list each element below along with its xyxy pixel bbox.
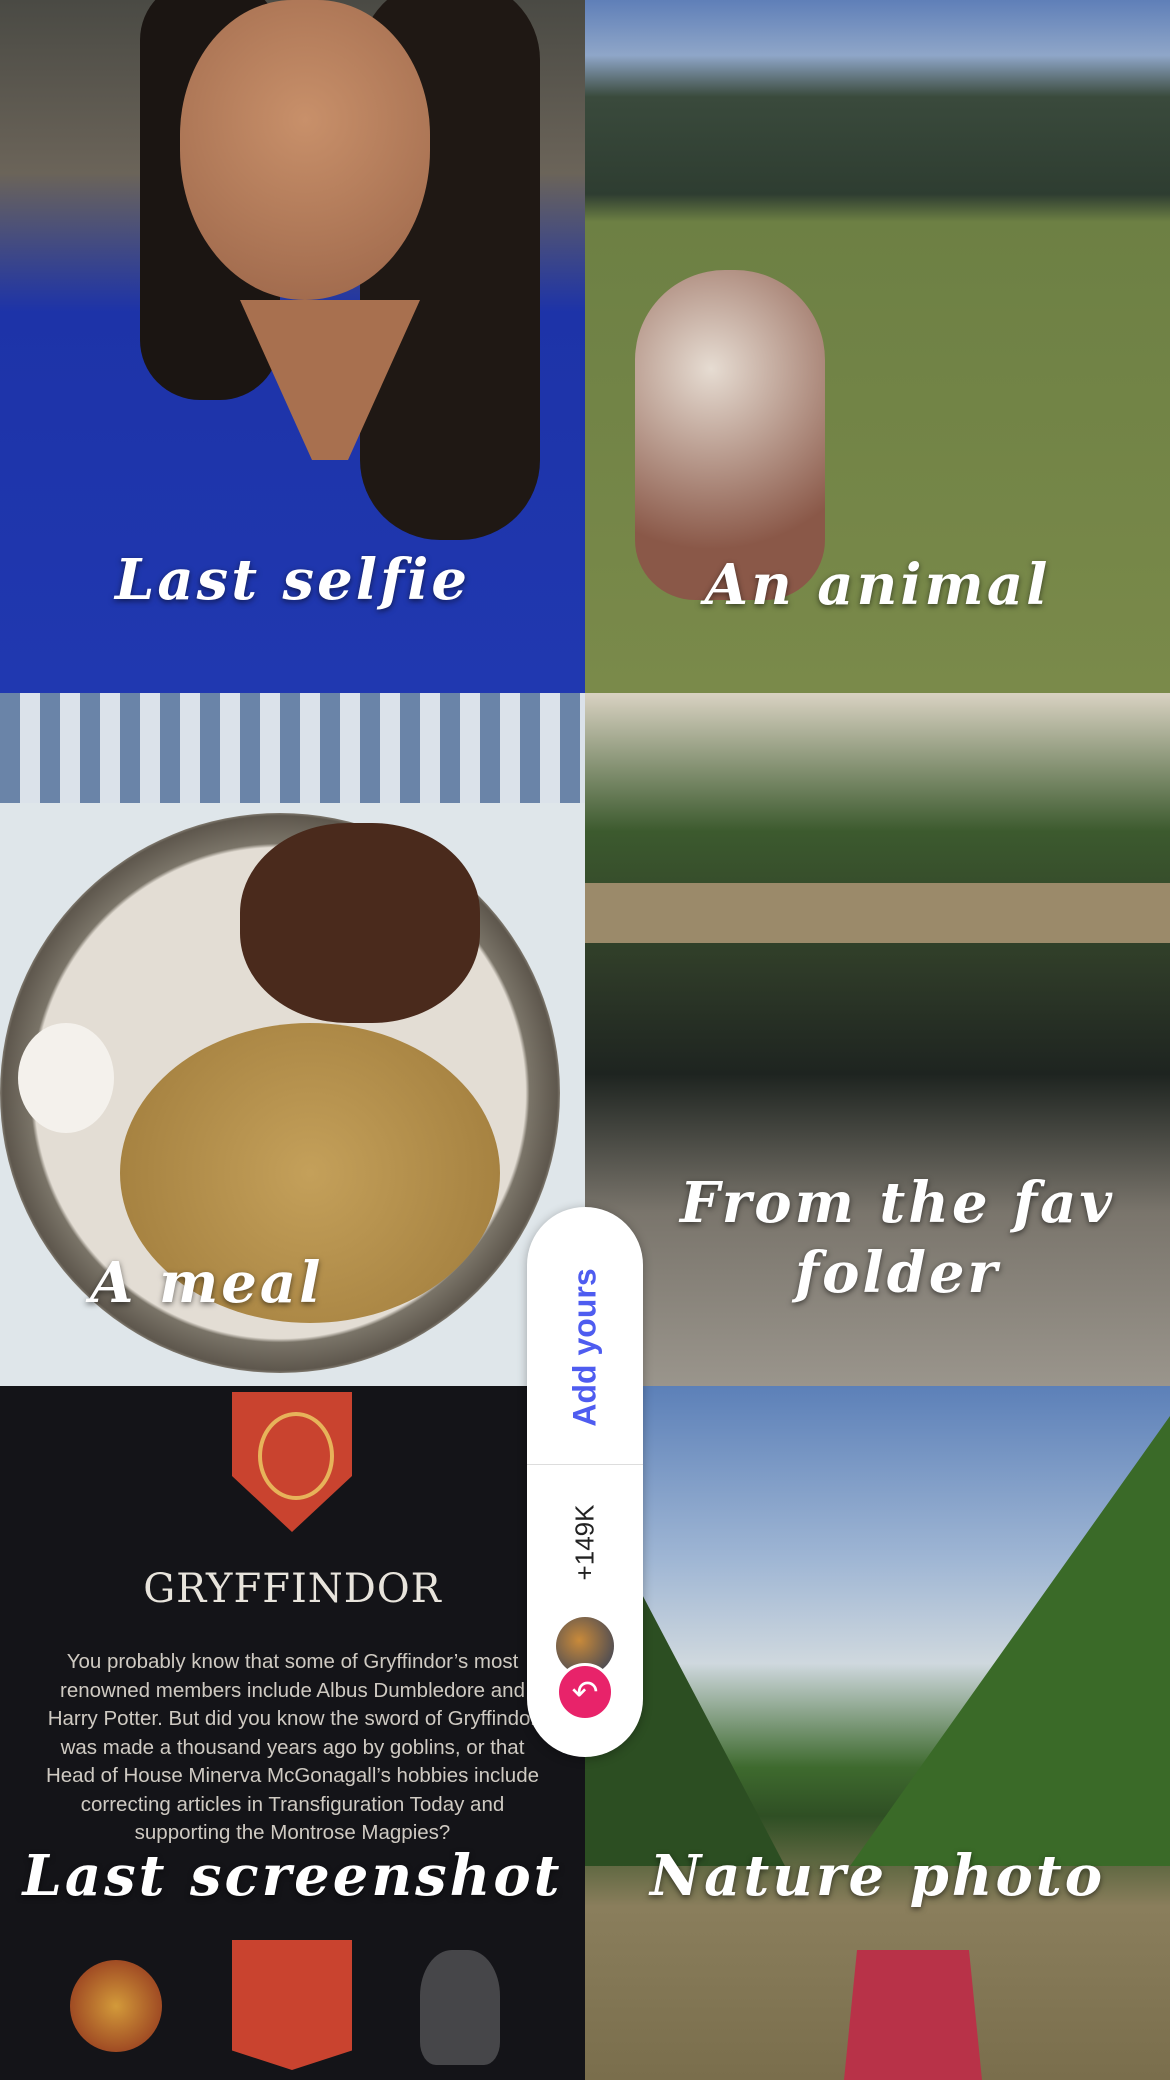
add-yours-label: Add yours	[566, 1267, 603, 1427]
lion-emblem-icon	[258, 1412, 334, 1500]
curry	[240, 823, 480, 1023]
house-title: GRYFFINDOR	[143, 1566, 442, 1612]
house-description: You probably know that some of Gryffindo…	[45, 1650, 540, 1844]
photo-tile-nature: Nature photo	[585, 1386, 1170, 2080]
face-shape	[180, 0, 430, 300]
sticker-divider	[527, 1464, 643, 1465]
tile-caption: Last selfie	[115, 547, 470, 613]
photo-tile-meal: A meal	[0, 693, 585, 1386]
participant-count-label: +149K	[569, 1504, 600, 1580]
hill-right	[850, 1416, 1170, 1866]
boat-bow	[843, 1950, 983, 2080]
thatched-roof	[585, 883, 1170, 943]
tile-caption: From the fav folder	[680, 1170, 1115, 1306]
reply-arrow-icon[interactable]: ↶	[556, 1663, 614, 1721]
banner-icon	[232, 1940, 352, 2070]
add-yours-button[interactable]: Add yours	[527, 1247, 643, 1447]
photo-tile-fav-folder: From the fav folder	[585, 693, 1170, 1386]
egg	[18, 1023, 114, 1133]
photo-tile-animal: An animal	[585, 0, 1170, 693]
house-icons-row	[0, 1940, 585, 2070]
tile-caption: A meal	[90, 1250, 324, 1316]
add-yours-sticker[interactable]: Add yours +149K ↶	[527, 1207, 643, 1757]
tile-caption: Nature photo	[649, 1843, 1106, 1909]
photo-tile-last-selfie: Last selfie	[0, 0, 585, 693]
photo-tile-last-screenshot: GRYFFINDOR You probably know that some o…	[0, 1386, 585, 2080]
lion-icon	[70, 1960, 162, 2052]
tile-caption: Last screenshot	[22, 1843, 563, 1909]
participant-count[interactable]: +149K	[527, 1487, 643, 1597]
ghost-icon	[420, 1950, 500, 2065]
tablecloth	[0, 693, 585, 803]
tile-caption: An animal	[704, 552, 1051, 618]
